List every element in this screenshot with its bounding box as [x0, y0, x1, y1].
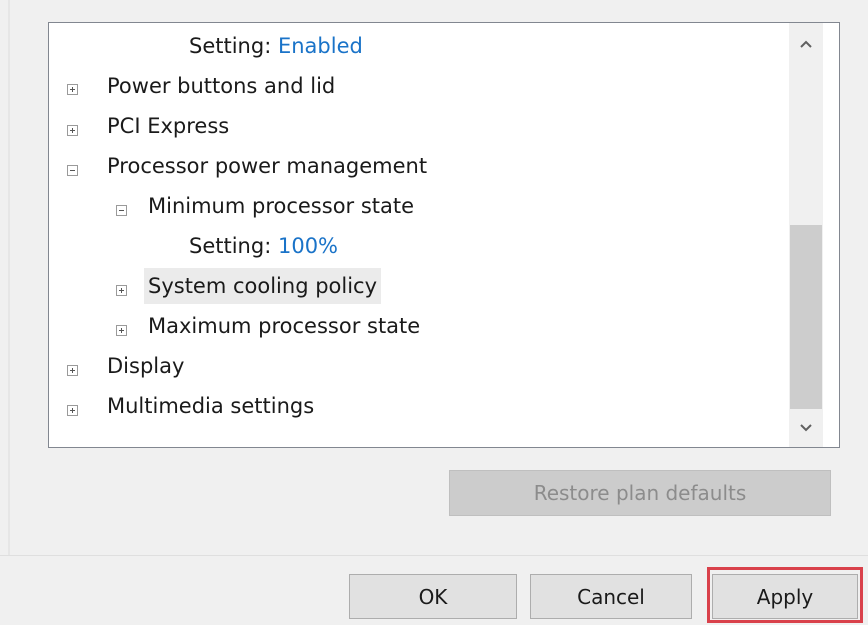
tree-item-label: Power buttons and lid	[107, 74, 336, 98]
tree-item-pci-express[interactable]: PCI Express	[103, 108, 233, 144]
apply-highlight-box	[707, 567, 863, 623]
scroll-thumb[interactable]	[790, 225, 822, 409]
chevron-down-icon	[800, 424, 812, 432]
expand-icon[interactable]	[67, 405, 78, 416]
tree-item-multimedia[interactable]: Multimedia settings	[103, 388, 318, 424]
vertical-scrollbar[interactable]	[789, 23, 823, 447]
setting-value-link[interactable]: 100%	[278, 234, 338, 258]
setting-label: Setting:	[189, 34, 272, 58]
settings-tree[interactable]: Setting: Enabled Power buttons and lid P…	[48, 22, 840, 448]
scroll-up-button[interactable]	[789, 27, 823, 61]
tree-item-label: Display	[107, 354, 185, 378]
tree-item-power-buttons[interactable]: Power buttons and lid	[103, 68, 339, 104]
tree-item-label: Maximum processor state	[148, 314, 421, 338]
ok-button[interactable]: OK	[349, 574, 517, 619]
tree-item-system-cooling[interactable]: System cooling policy	[144, 268, 382, 304]
tree-item-display[interactable]: Display	[103, 348, 188, 384]
expand-icon[interactable]	[67, 84, 78, 95]
tree-setting-row[interactable]: Setting: Enabled	[185, 28, 367, 64]
setting-value-link[interactable]: Enabled	[278, 34, 363, 58]
tree-item-label: System cooling policy	[144, 268, 382, 304]
expand-icon[interactable]	[116, 285, 127, 296]
setting-label: Setting:	[189, 234, 272, 258]
tree-item-max-processor-state[interactable]: Maximum processor state	[144, 308, 424, 344]
cancel-button[interactable]: Cancel	[530, 574, 692, 619]
expand-icon[interactable]	[67, 365, 78, 376]
tree-item-label: Processor power management	[107, 154, 428, 178]
power-options-panel: Setting: Enabled Power buttons and lid P…	[0, 0, 868, 555]
expand-icon[interactable]	[67, 125, 78, 136]
tree-item-processor-power[interactable]: Processor power management	[103, 148, 431, 184]
collapse-icon[interactable]	[67, 165, 78, 176]
tree-item-min-processor-state[interactable]: Minimum processor state	[144, 188, 418, 224]
tree-setting-row[interactable]: Setting: 100%	[185, 228, 342, 264]
tree-item-label: Minimum processor state	[148, 194, 415, 218]
restore-plan-defaults-button[interactable]: Restore plan defaults	[449, 470, 831, 516]
chevron-up-icon	[800, 40, 812, 48]
collapse-icon[interactable]	[116, 205, 127, 216]
scroll-down-button[interactable]	[789, 411, 823, 445]
tree-item-label: Multimedia settings	[107, 394, 315, 418]
panel-edge	[8, 0, 10, 555]
expand-icon[interactable]	[116, 325, 127, 336]
tree-item-label: PCI Express	[107, 114, 230, 138]
